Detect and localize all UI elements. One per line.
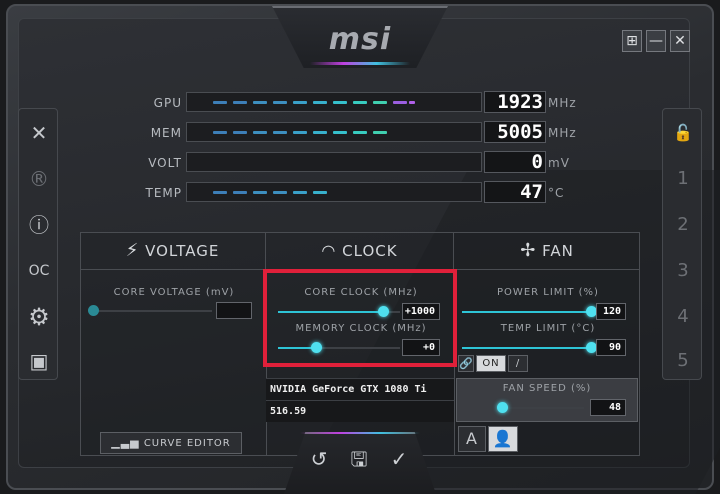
bar-chart-icon: ▁▃▅ [111,436,140,449]
gpu-unit: MHz [548,96,577,110]
lightning-icon: ⚡ [125,240,140,261]
notch-glow [310,62,410,65]
voltage-value: 0 [484,151,546,173]
mem-unit: MHz [548,126,577,140]
temp-unit: °C [548,186,565,200]
profile-2-button[interactable]: 2 [663,205,703,245]
temperature-value: 47 [484,181,546,203]
tab-clock-label: CLOCK [342,242,398,260]
temp-label: TEMP [145,186,182,200]
info-icon[interactable]: ⓘ [19,205,59,245]
temp-bar [186,182,482,202]
msi-logo: msi [328,22,392,57]
registered-icon[interactable]: ® [19,159,59,199]
bottom-glow [300,432,420,434]
speedometer-icon: ◠ [321,241,337,260]
core-voltage-slider[interactable] [92,310,212,312]
core-voltage-knob[interactable] [88,305,99,316]
temp-limit-fill [462,347,590,349]
right-sidebar: 🔓 1 2 3 4 5 [662,108,702,380]
curve-editor-button[interactable]: ▁▃▅ CURVE EDITOR [100,432,242,454]
minimize-button[interactable]: — [646,30,666,52]
save-icon[interactable]: 🖫 [346,446,372,472]
kombustor-icon[interactable]: ✕ [19,113,59,153]
windows-mode-button[interactable]: ⊞ [622,30,642,52]
profile-1-button[interactable]: 1 [663,159,703,199]
volt-bar [186,152,482,172]
curve-editor-label: CURVE EDITOR [143,438,231,449]
fan-speed-knob[interactable] [497,402,508,413]
gpu-name: NVIDIA GeForce GTX 1080 Ti [266,378,454,400]
settings-gear-icon[interactable]: ⚙ [19,297,59,337]
power-limit-fill [462,311,590,313]
mem-bar [186,122,482,142]
apply-check-icon[interactable]: ✓ [386,446,412,472]
power-limit-input[interactable]: 120 [596,303,626,320]
pencil-icon[interactable]: / [508,355,528,372]
gpu-clock-value: 1923 [484,91,546,113]
gpu-bar [186,92,482,112]
link-toggle[interactable]: ON [476,355,506,372]
tab-fan[interactable]: ✢ FAN [454,232,640,270]
close-button[interactable]: ✕ [670,30,690,52]
tab-voltage[interactable]: ⚡ VOLTAGE [80,232,266,270]
tab-voltage-label: VOLTAGE [145,242,220,260]
mem-label: MEM [150,126,182,140]
user-icon: 👤 [492,429,514,448]
oc-scanner-icon[interactable]: OC [19,251,59,291]
reset-icon[interactable]: ↺ [306,446,332,472]
fan-speed-label: FAN SPEED (%) [502,383,592,394]
volt-label: VOLT [148,156,182,170]
clock-highlight-box [263,269,457,367]
user-fan-button[interactable]: 👤 [488,426,518,452]
volt-unit: mV [548,156,570,170]
driver-version: 516.59 [266,400,454,422]
temp-limit-label: TEMP LIMIT (°C) [500,323,596,334]
profile-5-button[interactable]: 5 [663,341,703,381]
power-limit-label: POWER LIMIT (%) [497,287,599,298]
fan-icon: ✢ [520,240,537,261]
temp-limit-input[interactable]: 90 [596,339,626,356]
fan-speed-input[interactable]: 48 [590,399,626,416]
fan-speed-slider[interactable] [500,407,584,409]
mem-clock-value: 5005 [484,121,546,143]
core-voltage-input[interactable] [216,302,252,319]
link-icon[interactable]: 🔗 [458,355,474,372]
gpu-label: GPU [153,96,182,110]
monitor-icon[interactable]: ▣ [19,341,59,381]
profile-3-button[interactable]: 3 [663,251,703,291]
auto-fan-button[interactable]: A [458,426,486,452]
tab-fan-label: FAN [542,242,574,260]
left-sidebar: ✕ ® ⓘ OC ⚙ ▣ [18,108,58,380]
tab-clock[interactable]: ◠ CLOCK [266,232,454,270]
lock-icon[interactable]: 🔓 [663,113,703,153]
core-voltage-label: CORE VOLTAGE (mV) [113,287,235,298]
profile-4-button[interactable]: 4 [663,297,703,337]
